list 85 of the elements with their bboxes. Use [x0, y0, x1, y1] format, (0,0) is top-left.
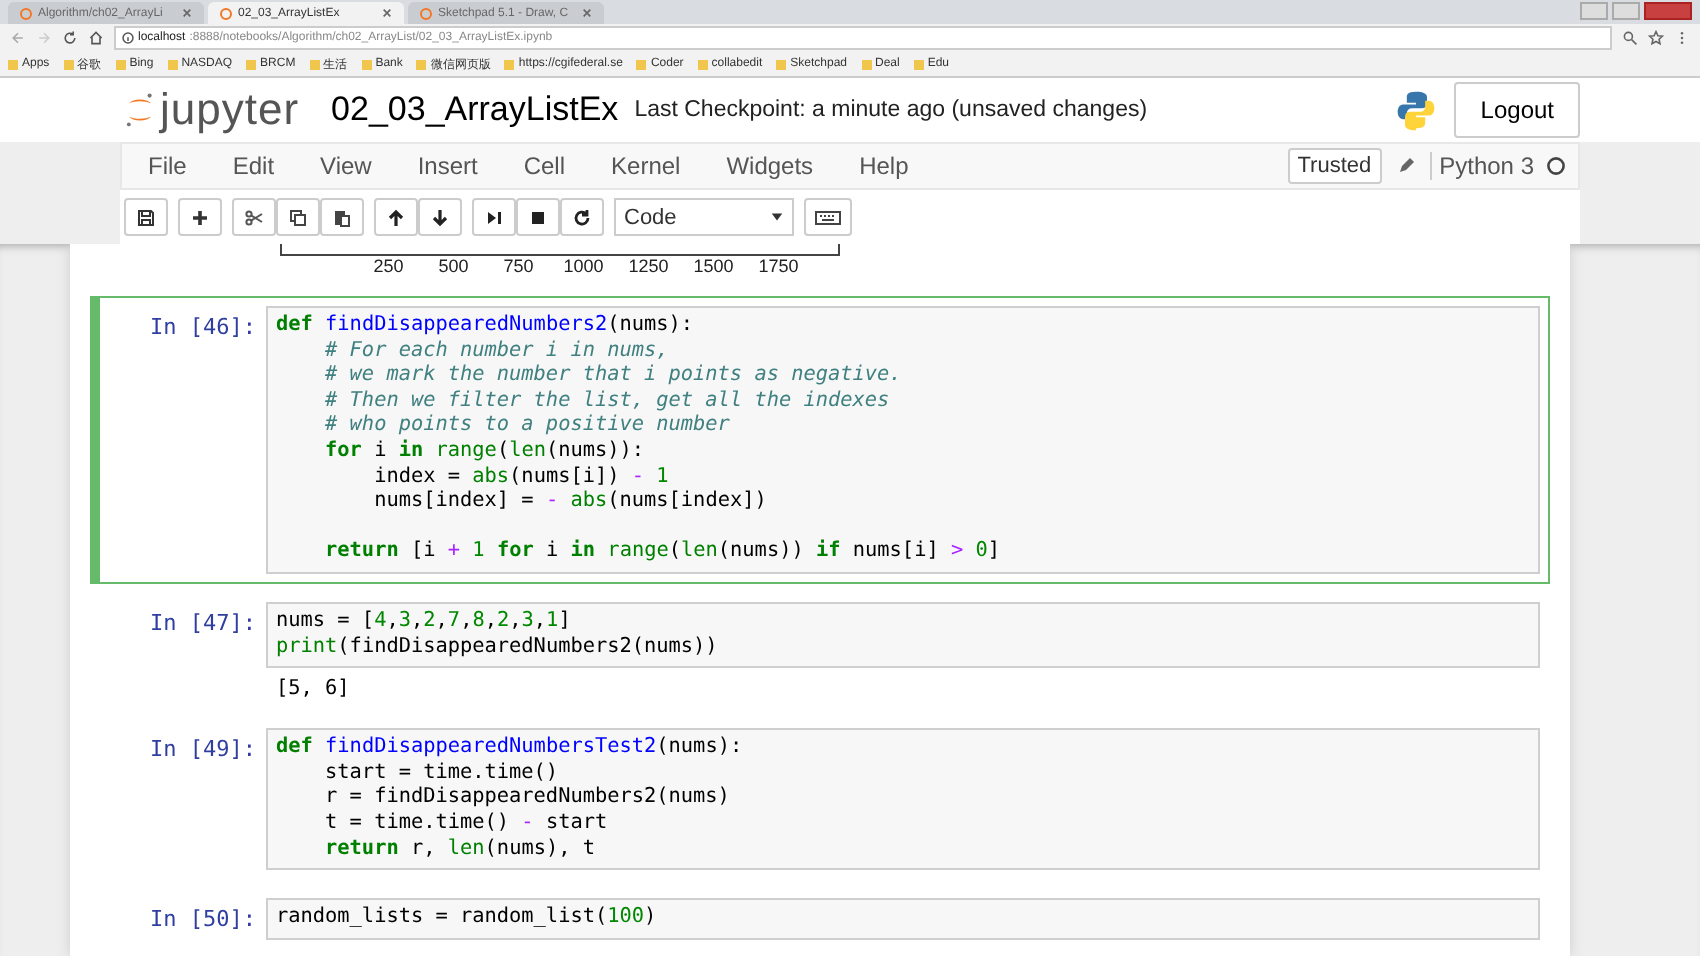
- restart-icon: [572, 207, 592, 227]
- python-logo-icon: [1394, 88, 1439, 132]
- stop-button[interactable]: [516, 198, 560, 236]
- plus-icon: [190, 207, 210, 227]
- cut-button[interactable]: [232, 198, 276, 236]
- code-line: nums[index] = - abs(nums[index]): [372, 490, 769, 516]
- info-icon[interactable]: [122, 32, 134, 44]
- menu-item[interactable]: Widgets: [726, 152, 840, 180]
- logout-button[interactable]: Logout: [1454, 82, 1580, 138]
- code-line: # who points to a positive number: [323, 414, 732, 439]
- axis-tick-label: 1500: [691, 256, 736, 278]
- close-icon[interactable]: [582, 8, 592, 18]
- notebook-name[interactable]: 02_03_ArrayListEx: [331, 90, 619, 130]
- code-editor[interactable]: random_lists = random_list(100): [266, 898, 1540, 940]
- menu-item[interactable]: Insert: [417, 152, 504, 180]
- menu-item[interactable]: Kernel: [611, 152, 707, 180]
- code-line: for i in range(len(nums)):: [323, 439, 647, 466]
- cell-output: [5, 6]: [274, 678, 350, 701]
- scissors-icon: [244, 207, 264, 227]
- axis-tick-label: 1750: [756, 256, 801, 278]
- move-down-button[interactable]: [418, 198, 462, 236]
- jupyter-logo[interactable]: jupyter: [124, 84, 300, 136]
- keyboard-button[interactable]: [804, 198, 852, 236]
- code-line: random_lists = random_list(100): [276, 906, 659, 932]
- code-line: def findDisappearedNumbers2(nums):: [276, 314, 696, 340]
- kernel-status-icon: [1546, 156, 1566, 176]
- menu-item[interactable]: Cell: [523, 152, 592, 180]
- cell-prompt: In [50]:: [148, 904, 258, 937]
- add-cell-button[interactable]: [178, 198, 222, 236]
- close-icon[interactable]: [382, 8, 392, 18]
- code-editor[interactable]: [266, 306, 1540, 574]
- menu-item[interactable]: View: [320, 152, 398, 180]
- copy-button[interactable]: [276, 198, 320, 236]
- copy-icon: [288, 207, 308, 227]
- code-line: def findDisappearedNumbersTest2(nums):: [276, 736, 745, 762]
- code-line: t = time.time() - start: [323, 811, 610, 837]
- stop-icon: [528, 207, 548, 227]
- code-line: # For each number i in nums,: [323, 339, 671, 364]
- run-button[interactable]: [472, 198, 516, 236]
- move-up-button[interactable]: [374, 198, 418, 236]
- code-cell[interactable]: In [50]: random_lists = random_list(100): [90, 888, 1550, 950]
- code-editor[interactable]: def findDisappearedNumbersTest2(nums): start = time.time() r = findDisappearedNumbers2(nums) t = time.time() - start return r, len(nums), t: [266, 728, 1540, 871]
- code-line: nums = [4,3,2,7,8,2,3,1]: [276, 609, 573, 636]
- code-line: start = time.time(): [323, 761, 561, 786]
- code-cell[interactable]: [90, 296, 1550, 584]
- zoom-icon[interactable]: [1622, 30, 1638, 46]
- axis-tick-label: 250: [371, 256, 406, 278]
- trusted-indicator[interactable]: Trusted: [1287, 148, 1382, 184]
- star-icon[interactable]: [1648, 30, 1664, 46]
- clipboard-icon: [332, 207, 352, 227]
- cell-prompt: In [47]:: [148, 607, 258, 640]
- axis-tick-label: 1250: [626, 256, 671, 278]
- code-line: print(findDisappearedNumbers2(nums)): [276, 635, 720, 661]
- arrow-down-icon: [430, 207, 450, 227]
- menu-item[interactable]: Help: [859, 152, 935, 180]
- code-editor[interactable]: nums = [4,3,2,7,8,2,3,1] print(findDisappearedNumbers2(nums)): [266, 601, 1540, 669]
- home-icon[interactable]: [88, 30, 104, 46]
- cell-prompt: In [46]:: [148, 312, 258, 344]
- cell-type-dropdown[interactable]: Code: [614, 198, 794, 236]
- pencil-icon[interactable]: [1395, 156, 1416, 176]
- restart-button[interactable]: [560, 198, 604, 236]
- code-line: return r, len(nums), t: [323, 837, 597, 863]
- menu-item[interactable]: Edit: [232, 152, 301, 180]
- code-line: r = findDisappearedNumbers2(nums): [323, 786, 732, 812]
- axis-tick-label: 750: [501, 256, 536, 278]
- code-line: index = abs(nums[i]) - 1: [372, 465, 671, 490]
- paste-button[interactable]: [320, 198, 364, 236]
- caret-icon: [770, 210, 784, 224]
- kernel-name: Python 3: [1429, 152, 1534, 180]
- arrow-up-icon: [386, 207, 406, 227]
- step-forward-icon: [484, 207, 504, 227]
- close-icon[interactable]: [182, 8, 192, 18]
- cell-prompt: In [49]:: [148, 734, 258, 767]
- code-line: # Then we filter the list, get all the indexes: [323, 389, 892, 414]
- axis-tick-label: 500: [436, 256, 471, 278]
- code-line: return [i + 1 for i in range(len(nums)) if nums[i] > 0]: [323, 540, 1003, 566]
- code-cell[interactable]: In [47]: nums = [4,3,2,7,8,2,3,1] print(findDisappearedNumbers2(nums)) [5, 6]: [90, 591, 1550, 711]
- checkpoint-status: Last Checkpoint: a minute ago (unsaved changes): [634, 98, 1148, 122]
- menu-item[interactable]: File: [148, 152, 213, 180]
- reload-icon[interactable]: [62, 30, 78, 46]
- save-button[interactable]: [124, 198, 168, 236]
- keyboard-icon: [814, 207, 842, 227]
- code-cell[interactable]: In [49]: def findDisappearedNumbersTest2(nums): start = time.time() r = findDisappearedNumbers2(nums) t = time.time() - start return r, len(nums), t: [90, 718, 1550, 881]
- axis-tick-label: 1000: [561, 256, 606, 278]
- code-line: # we mark the number that i points as negative.: [323, 364, 904, 390]
